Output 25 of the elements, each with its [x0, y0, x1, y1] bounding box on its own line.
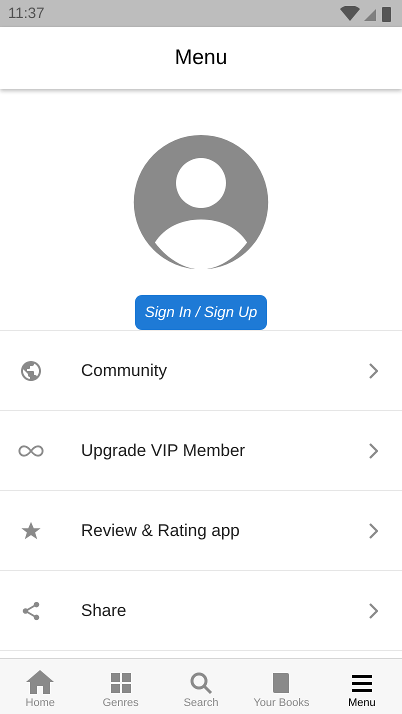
menu-item[interactable]: Share [0, 571, 402, 651]
menu-label: Upgrade VIP Member [81, 440, 246, 460]
chevron-icon [368, 442, 378, 458]
menu-label: Community [81, 360, 168, 380]
grid-icon [108, 671, 133, 695]
nav-tab[interactable]: Menu [322, 659, 402, 714]
menu-label: Review & Rating app [81, 520, 241, 540]
menu-item[interactable]: Review & Rating app [0, 491, 402, 571]
menu-label: Share [81, 600, 128, 620]
chevron-icon [368, 362, 378, 378]
status-icons [340, 6, 394, 22]
infinity-icon [18, 444, 44, 458]
home-icon [25, 669, 56, 695]
share-icon [20, 600, 42, 622]
globe-icon [19, 358, 43, 382]
search-icon [189, 671, 214, 695]
menu-item[interactable]: Upgrade VIP Member [0, 411, 402, 491]
sign-in-button[interactable]: Sign In / Sign Up [134, 295, 268, 330]
star-icon [20, 520, 42, 542]
chevron-icon [368, 602, 378, 618]
status-time: 11:37 [8, 5, 44, 22]
avatar-icon [131, 135, 271, 270]
menu-item[interactable]: Community [0, 331, 402, 411]
chevron-icon [368, 522, 378, 538]
app-title: Menu [174, 46, 228, 70]
